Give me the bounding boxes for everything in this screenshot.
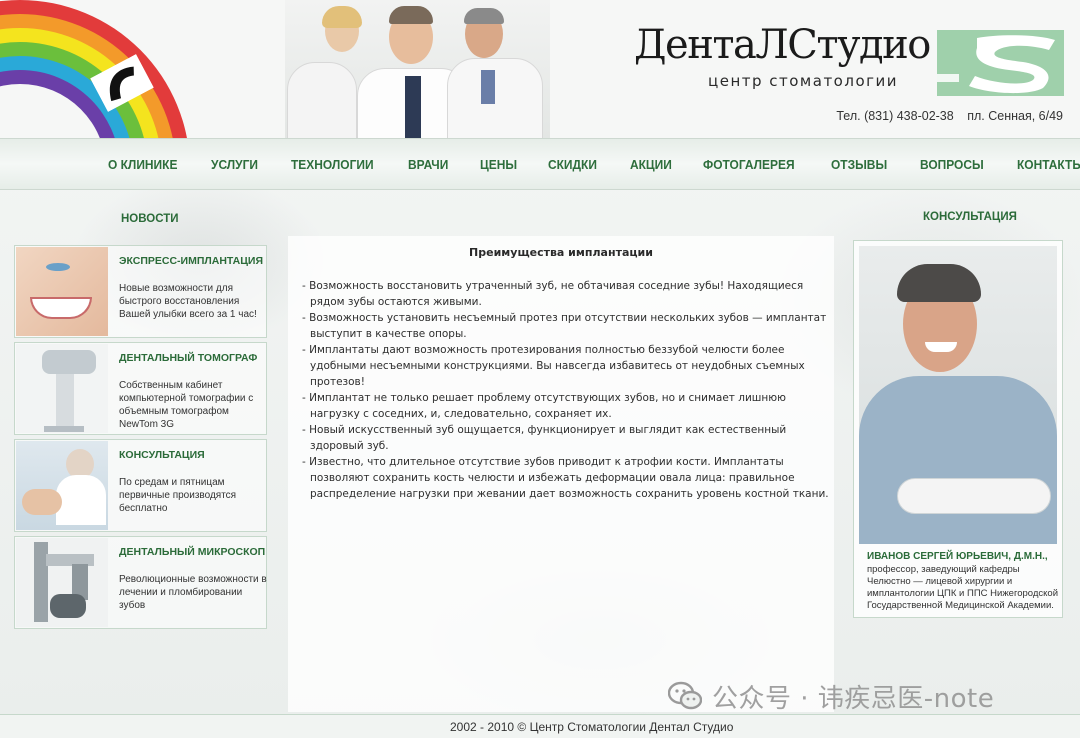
watermark-text: 公众号 · 讳疾忌医-note [712, 683, 995, 714]
article-paragraph: - Имплантаты дают возможность протезиров… [302, 344, 805, 388]
article-body: - Возможность восстановить утраченный зу… [302, 278, 830, 502]
nav-item-about[interactable]: О КЛИНИКЕ [108, 157, 177, 172]
wechat-icon [668, 681, 702, 710]
consult-heading: КОНСУЛЬТАЦИЯ [923, 211, 1017, 223]
doctor-card[interactable]: ИВАНОВ СЕРГЕЙ ЮРЬЕВИЧ, Д.М.Н., профессор… [853, 240, 1063, 618]
header-team-photo [285, 0, 550, 138]
nav-item-questions[interactable]: ВОПРОСЫ [920, 157, 984, 172]
news-item-title[interactable]: ЭКСПРЕСС-ИМПЛАНТАЦИЯ [119, 255, 263, 267]
nav-item-doctors[interactable]: ВРАЧИ [408, 157, 448, 172]
footer-copyright: 2002 - 2010 © Центр Стоматологии Дентал … [450, 720, 734, 734]
microscope-photo [16, 538, 108, 627]
article-paragraph: - Известно, что длительное отсутствие зу… [302, 456, 829, 500]
watermark: 公众号 · 讳疾忌医-note [668, 676, 994, 716]
nav-item-contacts[interactable]: КОНТАКТЫ [1017, 157, 1080, 172]
nav-item-promotions[interactable]: АКЦИИ [630, 157, 672, 172]
news-heading: НОВОСТИ [121, 213, 179, 225]
article-paragraph: - Имплантат не только решает проблему от… [302, 392, 786, 420]
news-item-title[interactable]: ДЕНТАЛЬНЫЙ ТОМОГРАФ [119, 352, 257, 364]
nav-item-reviews[interactable]: ОТЗЫВЫ [831, 157, 887, 172]
news-item-text: Революционные возможности в лечении и пл… [119, 574, 267, 611]
news-item-text: Новые возможности для быстрого восстанов… [119, 283, 257, 320]
news-item-microscope[interactable]: ДЕНТАЛЬНЫЙ МИКРОСКОП Революционные возмо… [14, 536, 267, 629]
footer: 2002 - 2010 © Центр Стоматологии Дентал … [0, 714, 1080, 738]
news-item-express-implant[interactable]: ЭКСПРЕСС-ИМПЛАНТАЦИЯ Новые возможности д… [14, 245, 267, 338]
nav-item-prices[interactable]: ЦЕНЫ [480, 157, 517, 172]
news-item-tomograph[interactable]: ДЕНТАЛЬНЫЙ ТОМОГРАФ Собственным кабинет … [14, 342, 267, 435]
article-paragraph: - Возможность восстановить утраченный зу… [302, 280, 804, 308]
header: ДентаЛСтудио центр стоматологии Тел. (83… [0, 0, 1080, 138]
article-panel: Преимущества имплантации - Возможность в… [288, 236, 834, 712]
article-paragraph: - Возможность установить несъемный проте… [302, 312, 827, 340]
phone-number: Тел. (831) 438-02-38 [836, 109, 954, 123]
news-item-consultation[interactable]: КОНСУЛЬТАЦИЯ По средам и пятницам первич… [14, 439, 267, 532]
doctor-photo [859, 246, 1057, 544]
news-item-title[interactable]: КОНСУЛЬТАЦИЯ [119, 449, 205, 461]
consultation-photo [16, 441, 108, 530]
nav-item-technologies[interactable]: ТЕХНОЛОГИИ [291, 157, 374, 172]
doctor-name: ИВАНОВ СЕРГЕЙ ЮРЬЕВИЧ, Д.М.Н., [867, 551, 1048, 562]
nav-item-discounts[interactable]: СКИДКИ [548, 157, 597, 172]
news-item-text: По средам и пятницам первичные производя… [119, 477, 237, 514]
header-contacts: Тел. (831) 438-02-38 пл. Сенная, 6/49 [836, 109, 1063, 123]
smile-photo [16, 247, 108, 336]
tomograph-photo [16, 344, 108, 433]
news-item-text: Собственным кабинет компьютерной томогра… [119, 380, 254, 430]
news-item-title[interactable]: ДЕНТАЛЬНЫЙ МИКРОСКОП [119, 546, 265, 558]
brand-subtitle: центр стоматологии [708, 72, 899, 90]
nav-item-services[interactable]: УСЛУГИ [211, 157, 258, 172]
main-nav: О КЛИНИКЕ УСЛУГИ ТЕХНОЛОГИИ ВРАЧИ ЦЕНЫ С… [0, 138, 1080, 190]
nav-item-gallery[interactable]: ФОТОГАЛЕРЕЯ [703, 157, 795, 172]
address: пл. Сенная, 6/49 [967, 109, 1063, 123]
brand-mark-icon [937, 30, 1064, 96]
rainbow-logo-graphic [0, 0, 195, 138]
brand-name: ДентаЛСтудио [634, 22, 931, 68]
brand-logo[interactable]: ДентаЛСтудио центр стоматологии [634, 20, 1074, 100]
article-title: Преимущества имплантации [469, 246, 653, 259]
news-list: ЭКСПРЕСС-ИМПЛАНТАЦИЯ Новые возможности д… [14, 245, 267, 633]
article-paragraph: - Новый искусственный зуб ощущается, фун… [302, 424, 787, 452]
doctor-description: профессор, заведующий кафедры Челюстно —… [867, 564, 1059, 611]
